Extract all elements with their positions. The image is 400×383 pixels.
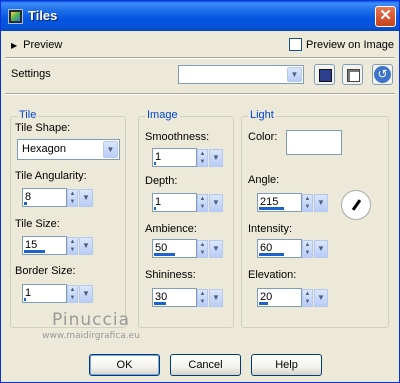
elevation-input[interactable]: 20 [257,288,302,307]
shininess-input[interactable]: 30 [152,288,197,307]
chevron-down-icon[interactable]: ▼ [314,194,328,212]
spin-arrows-icon[interactable]: ▲ ▼ [197,149,208,167]
watermark-site: www.maidirgrafica.eu [42,331,140,341]
border-size-bar [24,298,26,301]
spin-arrows-icon[interactable]: ▲ ▼ [197,240,208,258]
tile-group-title: Tile [17,109,39,121]
tile-size-label: Tile Size: [15,218,60,230]
tile-shape-value: Hexagon [22,143,67,155]
chevron-down-icon[interactable]: ▼ [314,240,328,258]
angle-bar [259,207,284,210]
depth-input[interactable]: 1 [152,193,197,212]
settings-label: Settings [11,68,51,80]
tile-shape-label: Tile Shape: [15,122,71,134]
spin-arrows-icon[interactable]: ▲ ▼ [197,194,208,212]
elevation-label: Elevation: [248,269,297,281]
randomize-button[interactable] [342,64,363,85]
help-button[interactable]: Help [251,354,322,376]
chevron-down-icon[interactable]: ▼ [209,194,223,212]
chevron-down-icon[interactable]: ▼ [79,285,93,303]
chevron-down-icon[interactable]: ▼ [209,149,223,167]
chevron-down-icon[interactable]: ▼ [209,240,223,258]
tile-angularity-label: Tile Angularity: [15,170,87,182]
intensity-input[interactable]: 60 [257,239,302,258]
tile-size-input[interactable]: 15 [22,236,67,255]
spin-arrows-icon[interactable]: ▲ ▼ [67,237,78,255]
ok-button[interactable]: OK [89,354,160,376]
intensity-label: Intensity: [248,223,293,235]
angle-label: Angle: [248,174,280,186]
image-group-title: Image [145,109,180,121]
ambience-input[interactable]: 50 [152,239,197,258]
angle-dial-icon[interactable] [341,190,371,220]
tile-angularity-input[interactable]: 8 [22,188,67,207]
spin-arrows-icon[interactable]: ▲ ▼ [302,289,313,307]
chevron-down-icon[interactable]: ▼ [79,237,93,255]
spin-arrows-icon[interactable]: ▲ ▼ [67,285,78,303]
watermark: Pinuccia www.maidirgrafica.eu [1,310,181,341]
depth-bar [154,207,156,210]
chevron-down-icon[interactable]: ▼ [103,141,118,158]
smoothness-label: Smoothness: [145,131,210,143]
save-preset-button[interactable] [314,64,335,85]
preview-label: Preview [23,39,63,51]
checkbox-icon [289,38,302,51]
color-label: Color: [248,131,278,143]
chevron-down-icon[interactable]: ▼ [287,67,302,82]
ambience-bar [154,253,175,256]
divider [5,57,395,59]
light-group-title: Light [248,109,276,121]
divider [5,93,395,95]
preview-on-image-label: Preview on Image [306,38,395,51]
spin-arrows-icon[interactable]: ▲ ▼ [302,194,313,212]
preview-on-image-checkbox[interactable]: Preview on Image [289,38,394,51]
shininess-label: Shininess: [145,269,196,281]
preview-toggle[interactable]: ▶ Preview [11,39,62,51]
spin-arrows-icon[interactable]: ▲ ▼ [197,289,208,307]
reset-button[interactable] [372,64,393,85]
depth-label: Depth: [145,175,178,187]
tile-size-bar [24,250,45,253]
tiles-dialog: Tiles ✕ ▶ Preview Preview on Image Settin… [0,0,400,383]
chevron-down-icon[interactable]: ▼ [79,189,93,207]
close-icon[interactable]: ✕ [375,6,396,27]
smoothness-bar [154,162,156,165]
settings-dropdown[interactable]: ▼ [178,65,304,84]
watermark-name: Pinuccia [52,310,130,330]
border-size-input[interactable]: 1 [22,284,67,303]
tile-angularity-bar [24,202,27,205]
light-color-swatch[interactable] [286,130,342,155]
tile-shape-dropdown[interactable]: Hexagon ▼ [17,139,120,160]
angle-input[interactable]: 215 [257,193,302,212]
cancel-button[interactable]: Cancel [170,354,241,376]
smoothness-input[interactable]: 1 [152,148,197,167]
app-icon [8,9,23,24]
spin-arrows-icon[interactable]: ▲ ▼ [67,189,78,207]
spin-arrows-icon[interactable]: ▲ ▼ [302,240,313,258]
elevation-bar [259,302,268,305]
chevron-down-icon[interactable]: ▼ [314,289,328,307]
expand-arrow-icon: ▶ [11,41,18,50]
window-title: Tiles [28,8,58,23]
border-size-label: Border Size: [15,265,76,277]
chevron-down-icon[interactable]: ▼ [209,289,223,307]
ambience-label: Ambience: [145,223,197,235]
title-bar[interactable]: Tiles ✕ [1,1,399,31]
shininess-bar [154,302,166,305]
intensity-bar [259,253,284,256]
